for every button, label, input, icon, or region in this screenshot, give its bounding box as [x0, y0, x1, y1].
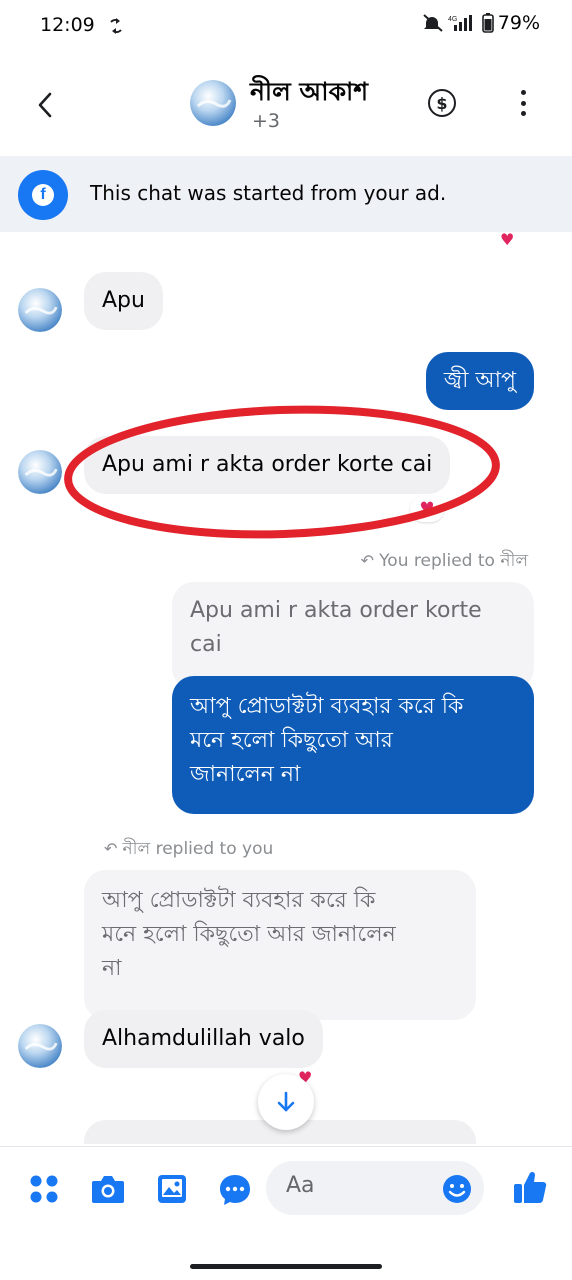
quoted-text-line: মনে হলো কিছুতো আর জানালেন [102, 922, 396, 947]
message-text: Apu [102, 288, 145, 313]
more-vertical-icon[interactable] [518, 90, 528, 116]
message-input-placeholder: Aa [286, 1173, 315, 1198]
reply-label: ↶ নীল replied to you [104, 839, 274, 859]
message-text: আপু প্রোডাক্টটা ব্যবহার করে কি [190, 694, 464, 719]
camera-icon[interactable] [90, 1173, 126, 1205]
message-bubble-outgoing[interactable]: আপু প্রোডাক্টটা ব্যবহার করে কি মনে হলো ক… [172, 676, 534, 814]
avatar[interactable] [190, 80, 236, 126]
chat-header: নীল আকাশ +3 $ [0, 52, 572, 152]
quoted-text-line: Apu ami r akta order korte [190, 598, 482, 623]
chat-bubble-icon[interactable] [218, 1173, 252, 1207]
quoted-text-line: cai [190, 632, 222, 657]
status-time: 12:09 [40, 14, 95, 36]
avatar[interactable] [18, 288, 62, 332]
message-bubble-incoming[interactable]: Alhamdulillah valo [84, 1010, 323, 1068]
quoted-text-line: না [102, 956, 122, 981]
quoted-text-line: আপু প্রোডাক্টটা ব্যবহার করে কি [102, 888, 376, 913]
chat-title[interactable]: নীল আকাশ [250, 72, 368, 115]
reply-arrow-icon: ↶ [360, 551, 380, 570]
heart-reaction: ♥ [500, 232, 515, 249]
quoted-message[interactable]: আপু প্রোডাক্টটা ব্যবহার করে কি মনে হলো ক… [84, 870, 476, 1020]
avatar[interactable] [18, 450, 62, 494]
message-list[interactable]: ♥ Apu জ্বী আপু Apu ami r akta order kort… [0, 232, 572, 1144]
heart-reaction[interactable]: ♥ [410, 496, 444, 522]
battery-icon [481, 13, 494, 33]
message-text: Alhamdulillah valo [102, 1026, 305, 1051]
emoji-icon[interactable] [442, 1174, 472, 1204]
status-bar: 12:09 4G 79% [0, 0, 572, 52]
message-text: জানালেন না [190, 762, 301, 787]
scroll-to-bottom-button[interactable] [258, 1074, 314, 1130]
message-bubble-outgoing[interactable]: জ্বী আপু [425, 352, 534, 410]
avatar[interactable] [18, 1024, 62, 1068]
ad-banner: f This chat was started from your ad. [0, 156, 572, 232]
apps-icon[interactable] [28, 1173, 60, 1205]
home-indicator[interactable] [190, 1264, 382, 1269]
message-input[interactable]: Aa [266, 1161, 484, 1215]
reply-label: ↶ You replied to নীল [360, 551, 528, 571]
dollar-icon[interactable]: $ [428, 89, 456, 117]
gallery-icon[interactable] [156, 1173, 188, 1205]
battery-percent: 79% [497, 12, 540, 34]
quoted-message[interactable]: Apu ami r akta order korte cai [172, 582, 534, 690]
facebook-icon: f [18, 170, 68, 220]
chevron-left-icon[interactable] [30, 88, 60, 122]
ad-banner-text: This chat was started from your ad. [90, 181, 447, 205]
arrow-down-icon [277, 1091, 295, 1112]
message-text: Apu ami r akta order korte cai [102, 452, 433, 477]
status-indicators: 4G 79% [422, 12, 540, 34]
signal-icon: 4G [448, 15, 472, 31]
message-bubble-incoming[interactable]: Apu ami r akta order korte cai [84, 436, 451, 494]
mute-icon [423, 14, 443, 32]
message-bubble-incoming[interactable]: Apu [84, 272, 163, 330]
svg-text:4G: 4G [448, 16, 457, 23]
sync-icon [110, 18, 122, 34]
reply-arrow-icon: ↶ [104, 839, 123, 858]
chat-subtitle: +3 [252, 110, 281, 132]
message-text: জ্বী আপু [443, 368, 516, 393]
message-text: মনে হলো কিছুতো আর [190, 728, 393, 753]
like-icon[interactable] [512, 1169, 548, 1205]
composer-bar: Aa [0, 1146, 572, 1230]
